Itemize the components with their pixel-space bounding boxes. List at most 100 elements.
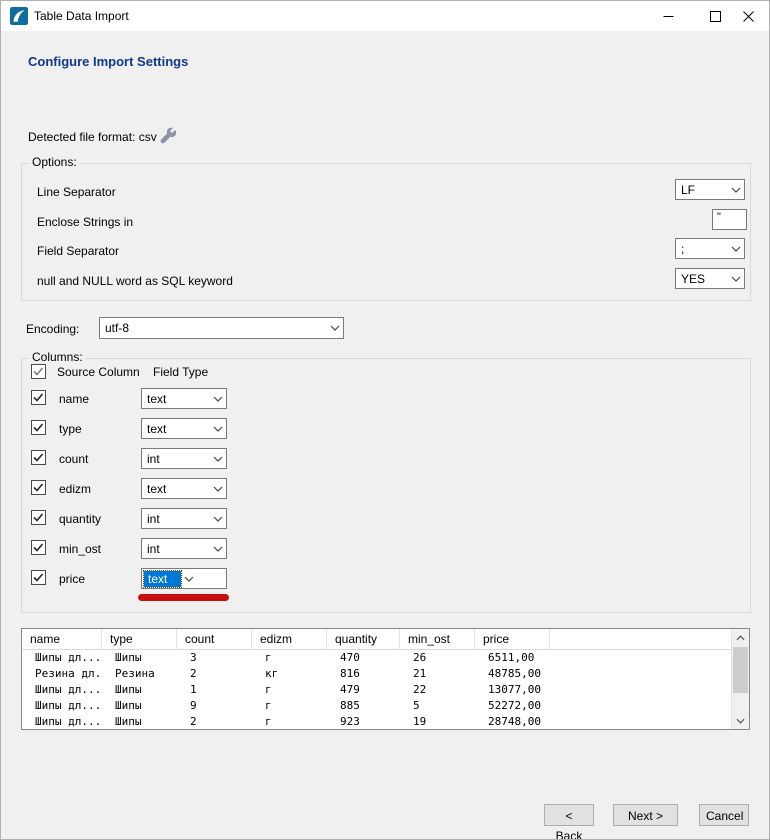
select-all-checkbox[interactable]	[31, 364, 46, 379]
source-column-label-type: type	[59, 422, 82, 436]
table-cell: 26	[400, 650, 475, 666]
preview-header-min_ost: min_ost	[400, 629, 475, 649]
chevron-down-icon	[181, 576, 197, 582]
red-underline-annotation	[138, 594, 229, 601]
table-cell: кг	[252, 666, 327, 682]
table-row: Резина дл...Резина2кг8162148785,00	[22, 666, 732, 682]
cancel-button[interactable]: Cancel	[699, 804, 749, 826]
source-column-label-edizm: edizm	[59, 482, 91, 496]
table-cell: г	[252, 714, 327, 730]
chevron-down-icon	[210, 516, 226, 522]
scroll-down-button[interactable]	[732, 712, 749, 729]
minimize-icon	[663, 11, 674, 22]
table-cell: г	[252, 698, 327, 714]
enclose-strings-input[interactable]: "	[712, 209, 747, 230]
field-type-select-quantity[interactable]: int	[141, 508, 227, 529]
source-column-label-min_ost: min_ost	[59, 542, 101, 556]
encoding-label: Encoding:	[26, 322, 79, 336]
table-cell: 470	[327, 650, 400, 666]
field-separator-label: Field Separator	[37, 244, 119, 258]
field-type-select-min_ost[interactable]: int	[141, 538, 227, 559]
checkbox-name[interactable]	[31, 390, 46, 405]
line-separator-select[interactable]: LF	[675, 179, 745, 200]
field-type-header: Field Type	[153, 365, 208, 379]
table-row: Шипы дл...Шипы3г470266511,00	[22, 650, 732, 666]
checkbox-price[interactable]	[31, 570, 46, 585]
source-column-header: Source Column	[57, 365, 140, 379]
back-button[interactable]: < Back	[544, 804, 594, 826]
source-column-label-name: name	[59, 392, 89, 406]
field-type-select-count[interactable]: int	[141, 448, 227, 469]
checkbox-edizm[interactable]	[31, 480, 46, 495]
table-row: Шипы дл...Шипы2г9231928748,00	[22, 714, 732, 730]
chevron-down-icon	[327, 325, 343, 331]
field-type-select-edizm[interactable]: text	[141, 478, 227, 499]
chevron-down-icon	[728, 246, 744, 252]
preview-header-type: type	[102, 629, 177, 649]
chevron-down-icon	[210, 546, 226, 552]
checkbox-quantity[interactable]	[31, 510, 46, 525]
close-icon	[743, 11, 754, 22]
chevron-down-icon	[736, 718, 745, 724]
preview-scrollbar[interactable]	[731, 629, 749, 729]
chevron-up-icon	[736, 635, 745, 641]
scroll-up-button[interactable]	[732, 629, 749, 646]
chevron-down-icon	[728, 276, 744, 282]
scrollbar-thumb[interactable]	[733, 647, 748, 693]
table-cell: Шипы дл...	[22, 714, 102, 730]
table-cell: 52272,00	[475, 698, 734, 714]
table-cell: Резина	[102, 666, 177, 682]
table-cell: 6511,00	[475, 650, 734, 666]
checkbox-min_ost[interactable]	[31, 540, 46, 555]
table-cell: 28748,00	[475, 714, 734, 730]
table-cell: 923	[327, 714, 400, 730]
field-separator-select[interactable]: ;	[675, 238, 745, 259]
minimize-button[interactable]	[646, 1, 691, 31]
preview-table: nametypecountedizmquantitymin_ostprice Ш…	[21, 628, 750, 730]
table-cell: 2	[177, 714, 252, 730]
table-cell: Шипы	[102, 650, 177, 666]
table-cell: Шипы	[102, 682, 177, 698]
table-cell: 816	[327, 666, 400, 682]
field-type-select-name[interactable]: text	[141, 388, 227, 409]
line-separator-label: Line Separator	[37, 185, 116, 199]
table-cell: 48785,00	[475, 666, 734, 682]
close-button[interactable]	[726, 1, 770, 31]
chevron-down-icon	[210, 456, 226, 462]
preview-header-price: price	[475, 629, 550, 649]
field-type-select-type[interactable]: text	[141, 418, 227, 439]
window-title: Table Data Import	[34, 9, 129, 23]
table-cell: 21	[400, 666, 475, 682]
wrench-icon[interactable]	[159, 126, 177, 144]
options-legend: Options:	[29, 155, 80, 169]
titlebar: Table Data Import	[1, 1, 770, 31]
source-column-label-price: price	[59, 572, 85, 586]
table-cell: 2	[177, 666, 252, 682]
table-cell: Шипы дл...	[22, 682, 102, 698]
table-cell: Шипы	[102, 698, 177, 714]
table-cell: 1	[177, 682, 252, 698]
chevron-down-icon	[210, 396, 226, 402]
next-button[interactable]: Next >	[613, 804, 678, 826]
chevron-down-icon	[210, 426, 226, 432]
table-cell: Шипы дл...	[22, 650, 102, 666]
table-cell: 19	[400, 714, 475, 730]
table-cell: 5	[400, 698, 475, 714]
field-type-select-price[interactable]: text	[141, 568, 227, 589]
table-cell: г	[252, 650, 327, 666]
table-row: Шипы дл...Шипы9г885552272,00	[22, 698, 732, 714]
enclose-strings-label: Enclose Strings in	[37, 215, 133, 229]
maximize-icon	[710, 11, 721, 22]
table-cell: 22	[400, 682, 475, 698]
page-title: Configure Import Settings	[28, 54, 188, 69]
table-row: Шипы дл...Шипы1г4792213077,00	[22, 682, 732, 698]
detected-format-label: Detected file format: csv	[28, 130, 157, 144]
table-cell: Резина дл...	[22, 666, 102, 682]
preview-header-name: name	[22, 629, 102, 649]
checkbox-type[interactable]	[31, 420, 46, 435]
encoding-select[interactable]: utf-8	[99, 317, 344, 339]
null-keyword-label: null and NULL word as SQL keyword	[37, 274, 233, 288]
checkbox-count[interactable]	[31, 450, 46, 465]
preview-header-row: nametypecountedizmquantitymin_ostprice	[22, 629, 732, 650]
null-keyword-select[interactable]: YES	[675, 268, 745, 289]
